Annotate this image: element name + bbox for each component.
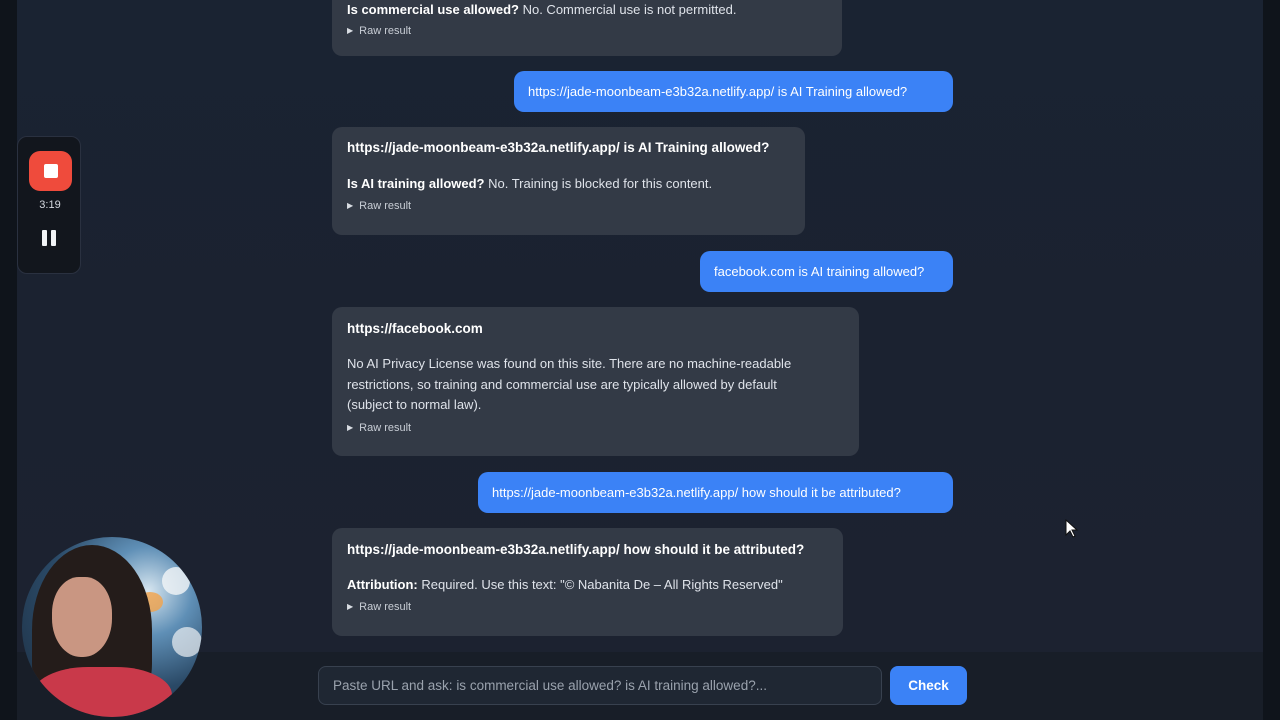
bot-message: https://jade-moonbeam-e3b32a.netlify.app… — [332, 528, 843, 636]
webcam-overlay — [22, 537, 202, 717]
user-message: facebook.com is AI training allowed? — [700, 251, 953, 292]
answer-line: Is AI training allowed? No. Training is … — [347, 174, 790, 195]
bot-message: https://facebook.com No AI Privacy Licen… — [332, 307, 859, 456]
recording-timer: 3:19 — [39, 199, 61, 211]
check-button[interactable]: Check — [890, 666, 967, 705]
composer-input-wrapper — [318, 666, 882, 705]
message-title: https://jade-moonbeam-e3b32a.netlify.app… — [347, 140, 770, 155]
raw-result-label: Raw result — [359, 199, 412, 212]
raw-result-label: Raw result — [359, 24, 412, 37]
user-message-text: facebook.com is AI training allowed? — [714, 264, 925, 279]
user-message: https://jade-moonbeam-e3b32a.netlify.app… — [514, 71, 953, 112]
pause-icon — [42, 230, 47, 246]
body-line: No AI Privacy License was found on this … — [347, 356, 792, 371]
message-title: https://facebook.com — [347, 321, 483, 336]
user-message-text: https://jade-moonbeam-e3b32a.netlify.app… — [492, 485, 901, 500]
bot-message: Is commercial use allowed? No. Commercia… — [332, 0, 842, 56]
screen-recorder-widget: 3:19 — [17, 136, 81, 274]
triangle-right-icon: ▶ — [347, 26, 354, 35]
body-line: restrictions, so training and commercial… — [347, 376, 777, 392]
answer-label: Attribution: — [347, 577, 418, 592]
raw-result-label: Raw result — [359, 600, 412, 613]
answer-line: Attribution: Required. Use this text: "©… — [347, 575, 828, 596]
user-message-text: https://jade-moonbeam-e3b32a.netlify.app… — [528, 84, 908, 99]
stop-recording-button[interactable] — [29, 151, 72, 191]
mouse-cursor-icon — [1065, 519, 1079, 538]
raw-result-toggle[interactable]: ▶ Raw result — [347, 422, 844, 434]
pause-recording-button[interactable] — [42, 230, 58, 248]
url-question-input[interactable] — [319, 667, 881, 704]
answer-text: No. Commercial use is not permitted. — [522, 2, 737, 17]
answer-label: Is AI training allowed? — [347, 176, 485, 191]
raw-result-toggle[interactable]: ▶ Raw result — [347, 601, 828, 613]
raw-result-label: Raw result — [359, 421, 412, 434]
bot-message: https://jade-moonbeam-e3b32a.netlify.app… — [332, 127, 805, 235]
raw-result-toggle[interactable]: ▶ Raw result — [347, 200, 790, 212]
message-title: https://jade-moonbeam-e3b32a.netlify.app… — [347, 542, 805, 557]
answer-line: Is commercial use allowed? No. Commercia… — [347, 0, 827, 21]
triangle-right-icon: ▶ — [347, 201, 354, 210]
raw-result-toggle[interactable]: ▶ Raw result — [347, 25, 827, 37]
stop-icon — [43, 164, 58, 178]
message-body: No AI Privacy License was found on this … — [347, 354, 844, 416]
answer-text: No. Training is blocked for this content… — [488, 176, 713, 191]
triangle-right-icon: ▶ — [347, 602, 354, 611]
answer-text: Required. Use this text: "© Nabanita De … — [421, 577, 783, 592]
triangle-right-icon: ▶ — [347, 423, 354, 432]
body-line: (subject to normal law). — [347, 397, 482, 412]
user-message: https://jade-moonbeam-e3b32a.netlify.app… — [478, 472, 953, 513]
answer-label: Is commercial use allowed? — [347, 2, 519, 17]
